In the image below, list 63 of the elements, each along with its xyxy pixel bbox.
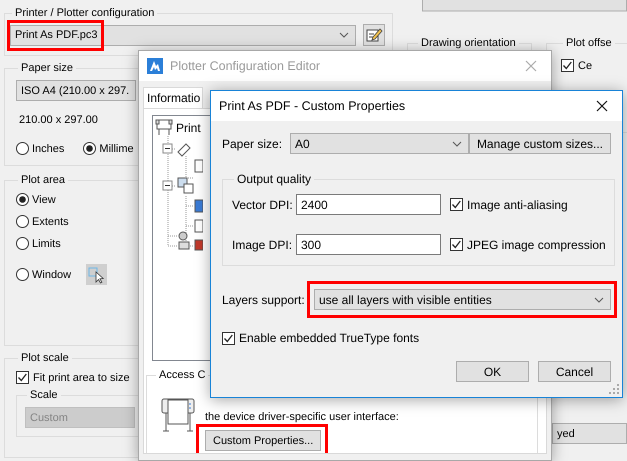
group-title: Plot offse [565,37,613,49]
edit-button[interactable] [363,24,385,46]
printer-dropdown[interactable]: Print As PDF.pc3 [10,24,356,46]
radio-button[interactable] [16,142,29,155]
radio-button[interactable] [16,215,29,228]
tab[interactable]: Informatio [143,87,204,108]
group-title: Printer / Plotter configuration [14,7,156,19]
radio-button[interactable] [16,237,29,250]
checkbox-label: Ce [578,60,592,72]
radio-label: Extents [32,216,69,228]
radio-label: Inches [32,142,64,154]
input-field[interactable]: 2400 [296,194,441,215]
window-title: Print As PDF - Custom Properties [219,99,406,113]
chevron-icon [452,140,462,146]
checkbox[interactable] [222,332,235,344]
app-logo-icon [147,58,163,74]
radio-label: Millime [99,142,134,154]
input-field[interactable]: 300 [296,234,441,255]
checkbox[interactable] [16,371,29,384]
dialog-button[interactable]: OK [456,361,529,382]
close-icon [525,60,537,72]
dropdown[interactable]: ISO A4 (210.00 x 297. [16,80,136,101]
close-icon [596,100,608,112]
field-label: Paper size: [222,136,284,150]
printer-icon [155,119,173,136]
manage-sizes-button[interactable]: Manage custom sizes... [468,133,611,154]
plotter-icon [161,397,195,433]
dropdown[interactable]: yed [552,423,627,444]
paper-size-dropdown[interactable]: A0 [290,133,469,154]
dialog-button[interactable]: Cancel [538,361,611,382]
checkbox[interactable] [561,59,574,72]
checkbox-label: Enable embedded TrueType fonts [239,331,420,345]
custom-properties-button[interactable]: Custom Properties... [205,430,322,451]
resize-grip-icon [609,384,619,394]
group-title: Output quality [236,172,312,186]
chevron-icon [339,32,349,38]
radio-label: Limits [32,238,61,250]
checkbox-label: JPEG image compression [467,238,606,252]
field-label: Layers support: [222,292,306,306]
chevron-icon [594,296,604,302]
checkbox-label: Image anti-aliasing [467,198,568,212]
group-title: Plot scale [20,352,70,364]
checkbox[interactable] [450,238,463,251]
radio-label: Window [32,268,72,280]
window-title: Plotter Configuration Editor [170,59,322,73]
driver-description: the device driver-specific user interface: [205,411,399,423]
group-title: Drawing orientation [420,37,517,49]
paper-dimensions: 210.00 x 297.00 [19,114,99,126]
window-pick-button[interactable] [86,264,107,285]
field-label: Vector DPI: [232,198,294,212]
tree-item-label: Print [176,120,201,134]
group-title: Paper size [20,62,74,74]
radio-button[interactable] [16,193,29,206]
layers-support-dropdown[interactable]: use all layers with visible entities [314,289,611,310]
radio-button[interactable] [16,268,29,281]
checkbox[interactable] [450,198,463,211]
radio-button[interactable] [83,142,96,155]
checkbox-label: Fit print area to size [33,372,130,384]
group-title: Scale [29,389,59,401]
radio-label: View [32,194,56,206]
group-title: Plot area [20,174,66,186]
group-title: Access C [158,369,206,381]
field-label: Image DPI: [232,238,294,252]
